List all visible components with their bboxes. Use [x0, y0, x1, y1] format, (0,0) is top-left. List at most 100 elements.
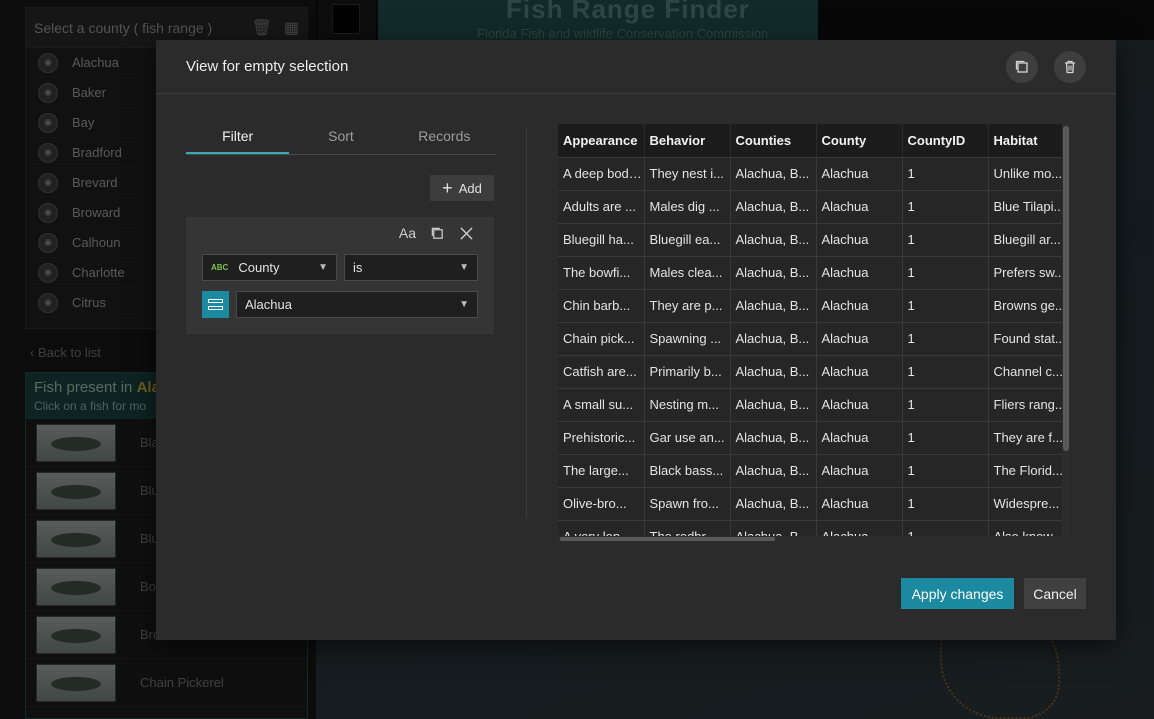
table-cell[interactable]: Browns ge... [988, 288, 1070, 322]
table-row[interactable]: Prehistoric... Gar use an... Alachua, B...… [558, 420, 1070, 454]
table-cell[interactable]: 1 [902, 420, 989, 454]
table-cell[interactable]: Alachua, B... [730, 453, 817, 487]
table-cell[interactable]: Chain pick... [558, 321, 645, 355]
table-cell[interactable]: Alachua, B... [730, 288, 817, 322]
table-cell[interactable]: Gar use an... [644, 420, 731, 454]
table-cell[interactable]: 1 [902, 255, 989, 289]
table-cell[interactable]: Alachua [816, 156, 903, 190]
table-cell[interactable]: Alachua [816, 387, 903, 421]
table-cell[interactable]: Alachua, B... [730, 420, 817, 454]
data-table[interactable]: Appearance Behavior Counties County CountyID… [558, 124, 1070, 542]
table-cell[interactable]: Prefers sw... [988, 255, 1070, 289]
table-cell[interactable]: 1 [902, 486, 989, 520]
table-cell[interactable]: Catfish are... [558, 354, 645, 388]
close-icon[interactable] [459, 226, 474, 241]
table-cell[interactable]: Alachua, B... [730, 387, 817, 421]
table-row[interactable]: Catfish are... Primarily b... Alachua, B..… [558, 354, 1070, 388]
table-cell[interactable]: 1 [902, 321, 989, 355]
table-cell[interactable]: Males dig ... [644, 189, 731, 223]
table-cell[interactable]: They nest i... [644, 156, 731, 190]
horizontal-scrollbar[interactable] [558, 536, 1070, 542]
table-cell[interactable]: Olive-bro... [558, 486, 645, 520]
table-cell[interactable]: Blue Tilapi... [988, 189, 1070, 223]
table-cell[interactable]: Prehistoric... [558, 420, 645, 454]
table-cell[interactable]: Bluegill ar... [988, 222, 1070, 256]
table-row[interactable]: Adults are ... Males dig ... Alachua, B...… [558, 189, 1070, 223]
column-header[interactable]: Counties [730, 124, 817, 157]
table-row[interactable]: Chin barb... They are p... Alachua, B... Al… [558, 288, 1070, 322]
table-cell[interactable]: A deep body... [558, 156, 645, 190]
table-cell[interactable]: Alachua [816, 453, 903, 487]
table-cell[interactable]: The Florid... [988, 453, 1070, 487]
column-header[interactable]: Habitat [988, 124, 1070, 157]
add-filter-button[interactable]: + Add [430, 175, 494, 201]
table-cell[interactable]: A small su... [558, 387, 645, 421]
table-cell[interactable]: Primarily b... [644, 354, 731, 388]
table-cell[interactable]: Alachua, B... [730, 321, 817, 355]
table-cell[interactable]: Alachua, B... [730, 189, 817, 223]
table-cell[interactable]: Chin barb... [558, 288, 645, 322]
apply-changes-button[interactable]: Apply changes [901, 578, 1014, 609]
table-cell[interactable]: 1 [902, 156, 989, 190]
table-row[interactable]: Chain pick... Spawning ... Alachua, B... Al… [558, 321, 1070, 355]
table-cell[interactable]: Alachua, B... [730, 486, 817, 520]
table-cell[interactable]: Alachua, B... [730, 222, 817, 256]
table-cell[interactable]: The bowfi... [558, 255, 645, 289]
cancel-button[interactable]: Cancel [1024, 578, 1086, 609]
duplicate-view-button[interactable] [1006, 50, 1038, 83]
field-select[interactable]: ABC County ▼ [202, 254, 337, 281]
table-cell[interactable]: Males clea... [644, 255, 731, 289]
table-cell[interactable]: Alachua [816, 321, 903, 355]
value-select[interactable]: Alachua ▼ [236, 291, 478, 318]
table-cell[interactable]: They are p... [644, 288, 731, 322]
table-cell[interactable]: Alachua [816, 486, 903, 520]
table-cell[interactable]: Spawning ... [644, 321, 731, 355]
table-row[interactable]: The bowfi... Males clea... Alachua, B... Al… [558, 255, 1070, 289]
table-cell[interactable]: Channel c... [988, 354, 1070, 388]
table-cell[interactable]: Alachua [816, 420, 903, 454]
table-cell[interactable]: Alachua [816, 222, 903, 256]
table-row[interactable]: The large... Black bass... Alachua, B... Al… [558, 453, 1070, 487]
table-cell[interactable]: Nesting m... [644, 387, 731, 421]
table-row[interactable]: Olive-bro... Spawn fro... Alachua, B... Ala… [558, 486, 1070, 520]
table-cell[interactable]: 1 [902, 189, 989, 223]
table-cell[interactable]: Unlike mo... [988, 156, 1070, 190]
table-cell[interactable]: 1 [902, 387, 989, 421]
table-cell[interactable]: Alachua, B... [730, 354, 817, 388]
table-cell[interactable]: Adults are ... [558, 189, 645, 223]
table-cell[interactable]: 1 [902, 453, 989, 487]
table-cell[interactable]: Alachua [816, 288, 903, 322]
tab-filter[interactable]: Filter [186, 128, 290, 154]
column-header[interactable]: Behavior [644, 124, 731, 157]
column-header[interactable]: CountyID [902, 124, 989, 157]
vertical-scrollbar[interactable] [1062, 124, 1070, 542]
case-sensitive-toggle[interactable]: Aa [399, 225, 416, 241]
table-cell[interactable]: They are f... [988, 420, 1070, 454]
table-cell[interactable]: Alachua, B... [730, 255, 817, 289]
tab-sort[interactable]: Sort [289, 128, 392, 154]
table-cell[interactable]: 1 [902, 354, 989, 388]
tab-records[interactable]: Records [393, 128, 496, 154]
table-cell[interactable]: The large... [558, 453, 645, 487]
value-source-icon[interactable] [202, 291, 229, 318]
table-cell[interactable]: Alachua [816, 354, 903, 388]
table-row[interactable]: Bluegill ha... Bluegill ea... Alachua, B..… [558, 222, 1070, 256]
table-cell[interactable]: Alachua, B... [730, 156, 817, 190]
table-row[interactable]: A deep body... They nest i... Alachua, B..… [558, 156, 1070, 190]
delete-view-button[interactable] [1054, 50, 1086, 83]
table-cell[interactable]: Spawn fro... [644, 486, 731, 520]
table-cell[interactable]: Bluegill ha... [558, 222, 645, 256]
operator-select[interactable]: is ▼ [344, 254, 478, 281]
table-row[interactable]: A small su... Nesting m... Alachua, B... Al… [558, 387, 1070, 421]
table-cell[interactable]: Fliers rang... [988, 387, 1070, 421]
table-cell[interactable]: Alachua [816, 255, 903, 289]
table-cell[interactable]: Bluegill ea... [644, 222, 731, 256]
table-cell[interactable]: Alachua [816, 189, 903, 223]
table-cell[interactable]: 1 [902, 222, 989, 256]
table-cell[interactable]: 1 [902, 288, 989, 322]
column-header[interactable]: County [816, 124, 903, 157]
column-header[interactable]: Appearance [558, 124, 645, 157]
table-cell[interactable]: Black bass... [644, 453, 731, 487]
table-cell[interactable]: Widespre... [988, 486, 1070, 520]
copy-icon[interactable] [430, 226, 445, 241]
